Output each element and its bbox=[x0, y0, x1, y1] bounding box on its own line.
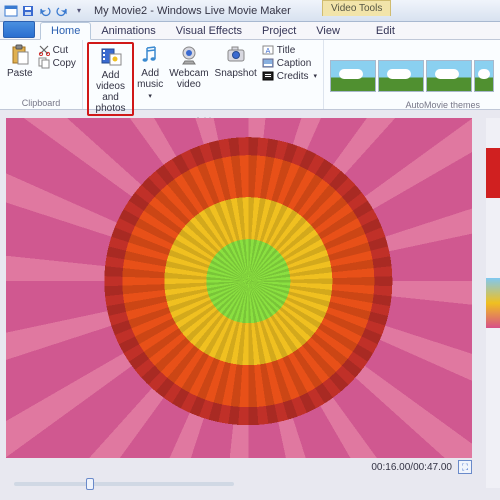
webcam-video-label: Webcam video bbox=[169, 68, 208, 90]
automovie-theme-3[interactable] bbox=[426, 60, 472, 92]
group-clipboard: Paste Cut Copy Clipboard bbox=[0, 40, 83, 109]
webcam-video-button[interactable]: Webcam video bbox=[166, 42, 211, 90]
preview-frame-image bbox=[6, 118, 472, 458]
svg-text:A: A bbox=[265, 48, 270, 55]
qat-dropdown-icon[interactable]: ▾ bbox=[72, 4, 86, 18]
snapshot-button[interactable]: Snapshot bbox=[212, 42, 260, 79]
title-bar: ▾ My Movie2 - Windows Live Movie Maker V… bbox=[0, 0, 500, 22]
caption-icon bbox=[262, 57, 274, 69]
save-icon[interactable] bbox=[21, 4, 35, 18]
video-preview bbox=[6, 118, 472, 458]
storyboard-clip-2[interactable] bbox=[486, 278, 500, 328]
add-videos-photos-button[interactable]: Add videos and photos bbox=[87, 42, 134, 116]
cut-icon bbox=[38, 44, 50, 56]
cut-label: Cut bbox=[53, 45, 69, 56]
group-label-automovie: AutoMovie themes bbox=[405, 100, 480, 110]
playback-status: 00:16.00/00:47.00 ⛶ bbox=[6, 460, 472, 474]
music-icon bbox=[139, 44, 161, 66]
tab-view[interactable]: View bbox=[306, 23, 350, 39]
add-videos-photos-label: Add videos and photos bbox=[92, 70, 129, 114]
title-label: Title bbox=[277, 45, 296, 56]
copy-label: Copy bbox=[53, 58, 76, 69]
group-label-clipboard: Clipboard bbox=[4, 98, 78, 109]
playback-time: 00:16.00/00:47.00 bbox=[371, 462, 452, 473]
redo-icon[interactable] bbox=[55, 4, 69, 18]
group-automovie bbox=[324, 40, 500, 109]
tab-project[interactable]: Project bbox=[252, 23, 306, 39]
window-title: My Movie2 - Windows Live Movie Maker bbox=[94, 5, 291, 17]
automovie-theme-1[interactable] bbox=[330, 60, 376, 92]
title-icon: A bbox=[262, 44, 274, 56]
title-button[interactable]: A Title bbox=[262, 44, 317, 56]
credits-icon bbox=[262, 70, 274, 82]
credits-label: Credits bbox=[277, 71, 309, 82]
copy-icon bbox=[38, 57, 50, 69]
automovie-theme-4[interactable] bbox=[474, 60, 494, 92]
tab-home[interactable]: Home bbox=[40, 22, 91, 40]
storyboard-strip bbox=[486, 118, 500, 488]
film-photo-icon bbox=[100, 46, 122, 68]
contextual-tab-video-tools[interactable]: Video Tools bbox=[322, 0, 391, 16]
copy-button[interactable]: Copy bbox=[38, 57, 76, 69]
paste-label: Paste bbox=[7, 68, 33, 79]
credits-button[interactable]: Credits▾ bbox=[262, 70, 317, 82]
webcam-icon bbox=[178, 44, 200, 66]
snapshot-label: Snapshot bbox=[215, 68, 257, 79]
group-add: Add videos and photos Add music ▾ Webcam… bbox=[83, 40, 324, 109]
fullscreen-button[interactable]: ⛶ bbox=[458, 460, 472, 474]
ribbon-tabs: Home Animations Visual Effects Project V… bbox=[0, 22, 500, 40]
tab-animations[interactable]: Animations bbox=[91, 23, 165, 39]
add-music-button[interactable]: Add music ▾ bbox=[134, 42, 166, 102]
cut-button[interactable]: Cut bbox=[38, 44, 76, 56]
storyboard-clip-1[interactable] bbox=[486, 148, 500, 198]
playback-slider-thumb[interactable] bbox=[86, 478, 94, 490]
playback-slider[interactable] bbox=[14, 482, 234, 486]
undo-icon[interactable] bbox=[38, 4, 52, 18]
caption-button[interactable]: Caption bbox=[262, 57, 317, 69]
paste-icon bbox=[9, 44, 31, 66]
paste-button[interactable]: Paste bbox=[4, 42, 36, 79]
tab-edit[interactable]: Edit bbox=[366, 23, 405, 39]
file-menu-button[interactable] bbox=[3, 21, 35, 38]
snapshot-icon bbox=[225, 44, 247, 66]
tab-visual-effects[interactable]: Visual Effects bbox=[166, 23, 252, 39]
add-music-label: Add music ▾ bbox=[137, 68, 163, 102]
automovie-theme-2[interactable] bbox=[378, 60, 424, 92]
caption-label: Caption bbox=[277, 58, 311, 69]
app-menu-icon[interactable] bbox=[4, 4, 18, 18]
quick-access-toolbar: ▾ bbox=[0, 4, 90, 18]
